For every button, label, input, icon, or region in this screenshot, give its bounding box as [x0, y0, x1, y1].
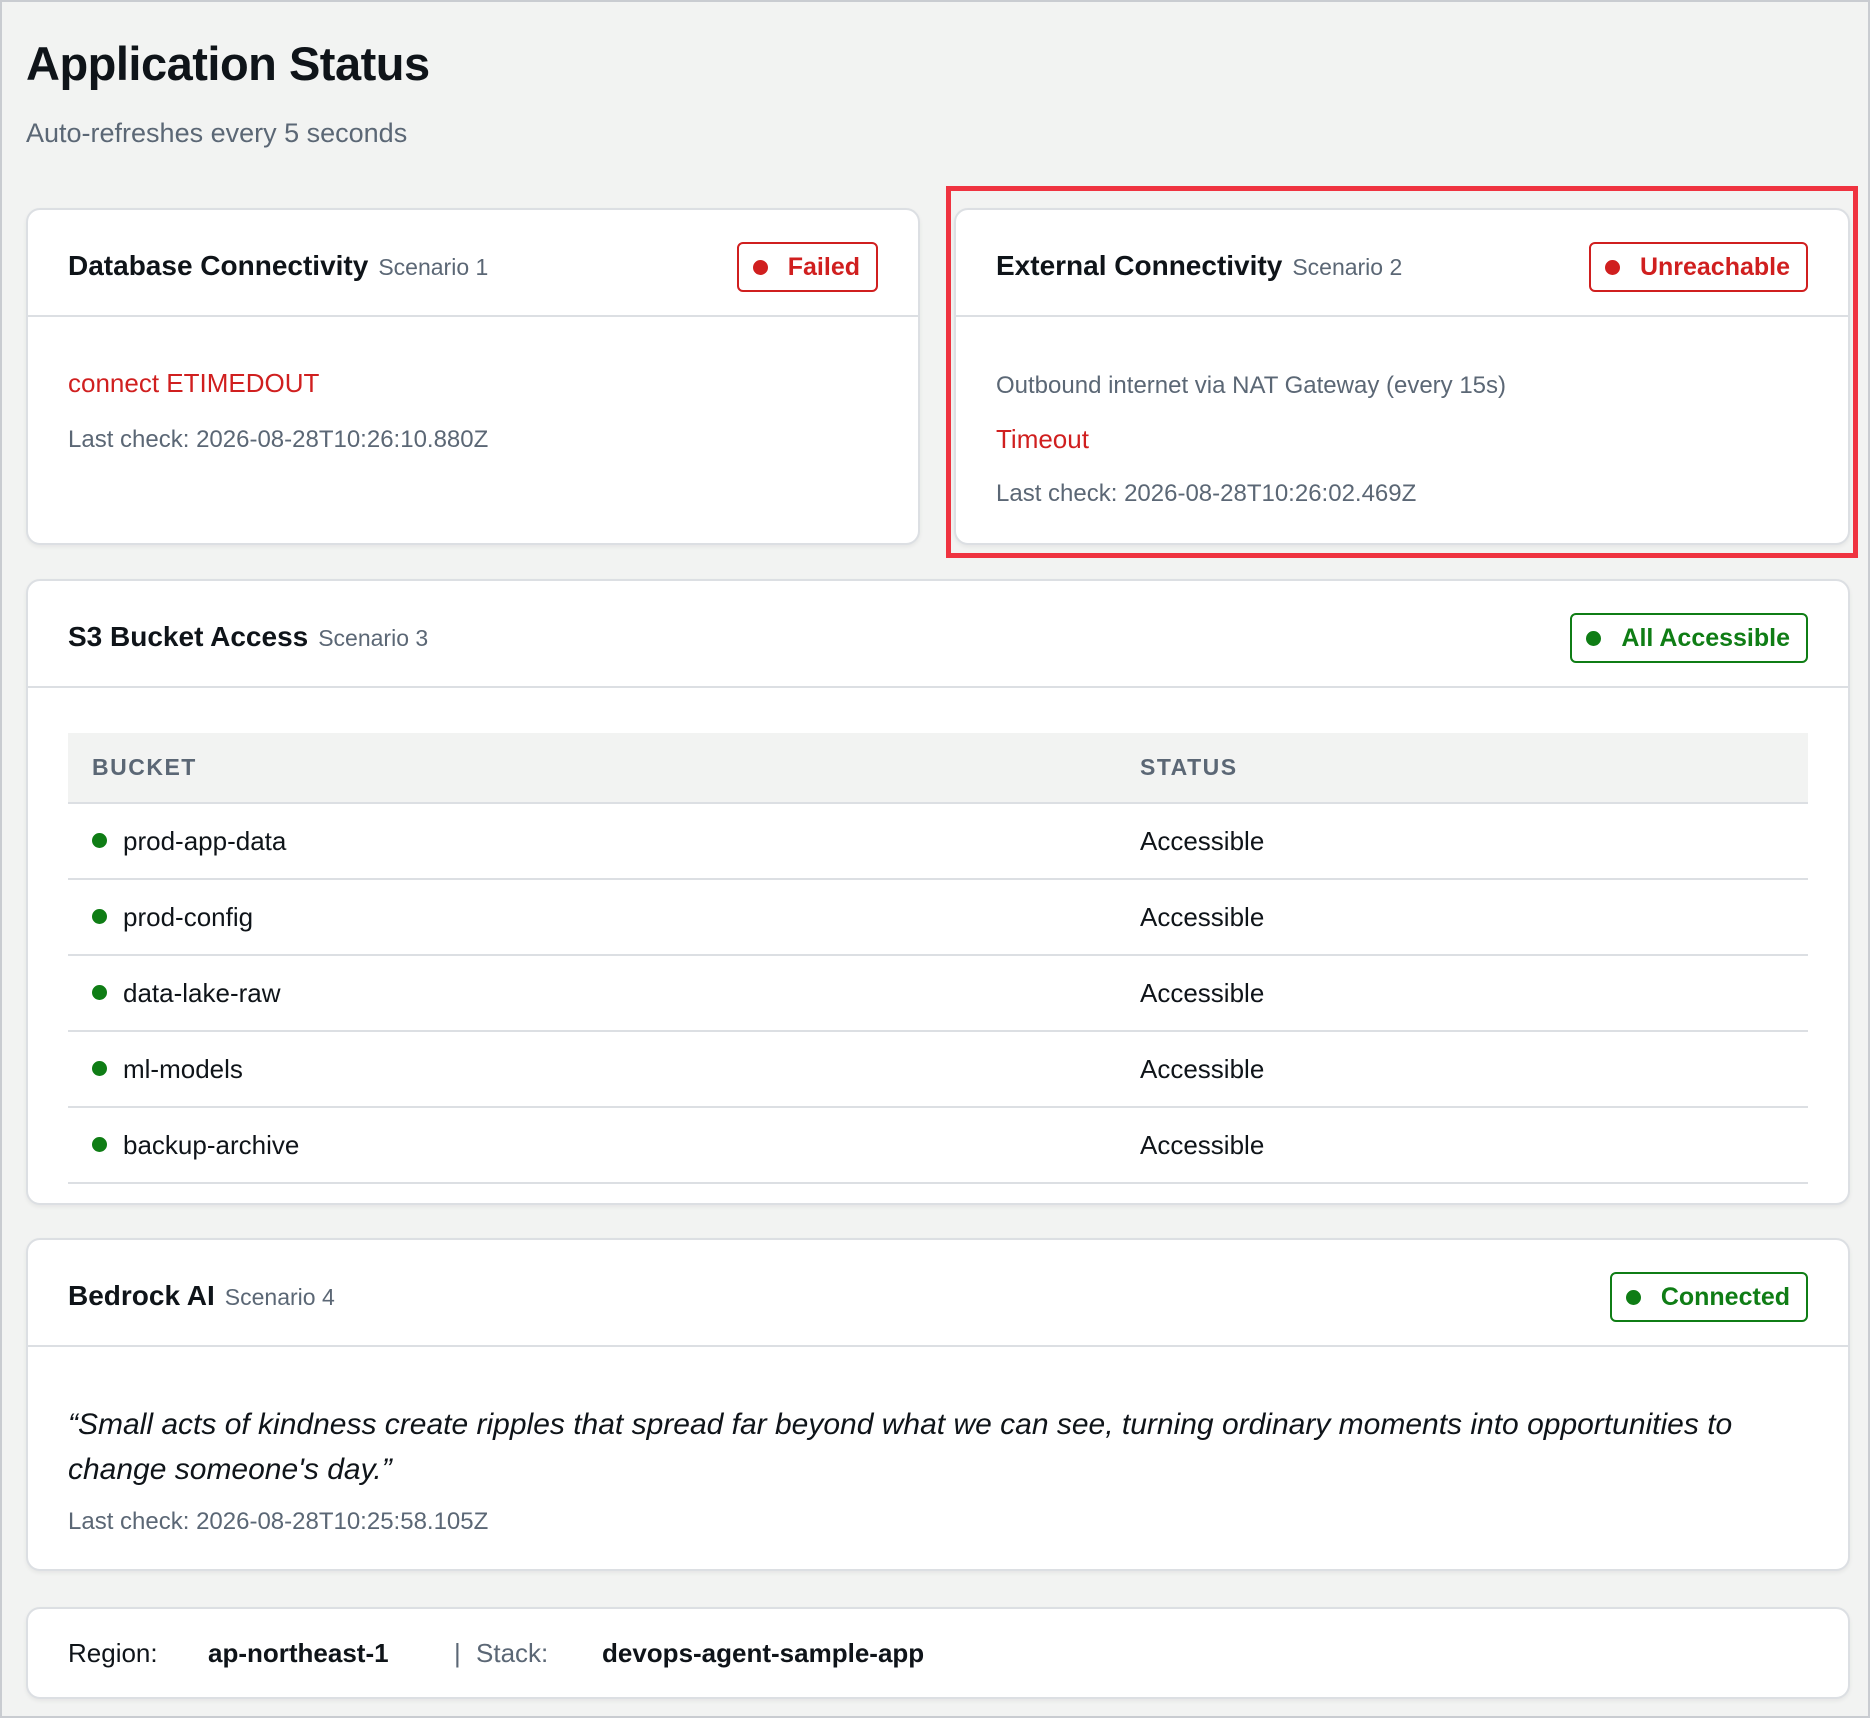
bucket-status: Accessible	[1140, 879, 1808, 956]
scenario-label: Scenario 1	[378, 254, 489, 280]
status-badge: Unreachable	[1588, 242, 1808, 292]
status-dot-icon	[1586, 630, 1602, 646]
card-title: Bedrock AI Scenario 4	[68, 1280, 335, 1312]
footer-separator: |	[454, 1637, 461, 1668]
s3-bucket-access-card: S3 Bucket Access Scenario 3 All Accessibl…	[26, 579, 1850, 1205]
bucket-name: prod-app-data	[123, 825, 287, 856]
status-dot-icon	[92, 1137, 107, 1153]
card-title: Database Connectivity Scenario 1	[68, 250, 488, 282]
card-title-text: Bedrock AI	[68, 1280, 215, 1311]
environment-footer: Region: ap-northeast-1 | Stack: devops-a…	[26, 1607, 1850, 1699]
scenario-label: Scenario 4	[224, 1284, 335, 1310]
bucket-name: ml-models	[123, 1053, 243, 1084]
table-row: backup-archive Accessible	[68, 1107, 1808, 1184]
status-dot-icon	[92, 1061, 107, 1077]
status-dot-icon	[752, 259, 768, 275]
table-row: prod-config Accessible	[68, 879, 1808, 956]
bucket-name-cell: backup-archive	[68, 1107, 1140, 1184]
table-row: ml-models Accessible	[68, 1031, 1808, 1108]
column-header-status: STATUS	[1140, 733, 1808, 804]
bucket-name: prod-config	[123, 901, 254, 932]
ai-quote: “Small acts of kindness create ripples t…	[68, 1408, 1733, 1486]
last-check: Last check: 2026-08-28T10:25:58.105Z	[68, 1508, 489, 1535]
last-check: Last check: 2026-08-28T10:26:10.880Z	[68, 426, 489, 453]
region-label: Region:	[68, 1637, 158, 1668]
status-dot-icon	[1625, 1289, 1641, 1305]
bucket-name-cell: prod-app-data	[68, 803, 1140, 880]
status-dot-icon	[1604, 259, 1620, 275]
card-title: External Connectivity Scenario 2	[996, 250, 1402, 282]
bucket-status: Accessible	[1140, 1107, 1808, 1184]
database-connectivity-card: Database Connectivity Scenario 1 Failed c…	[26, 208, 920, 545]
status-badge-label: All Accessible	[1621, 623, 1790, 652]
bucket-name-cell: prod-config	[68, 879, 1140, 956]
connectivity-description: Outbound internet via NAT Gateway (every…	[996, 372, 1507, 399]
status-dot-icon	[92, 909, 107, 925]
card-title: S3 Bucket Access Scenario 3	[68, 621, 428, 653]
status-badge: Failed	[736, 242, 878, 292]
scenario-label: Scenario 3	[318, 625, 429, 651]
status-badge-label: Failed	[787, 252, 860, 281]
status-dot-icon	[92, 833, 107, 849]
status-badge: All Accessible	[1570, 613, 1808, 663]
bucket-status: Accessible	[1140, 803, 1808, 880]
table-row: data-lake-raw Accessible	[68, 955, 1808, 1032]
error-message: Timeout	[996, 424, 1089, 454]
bucket-name-cell: ml-models	[68, 1031, 1140, 1108]
bucket-name-cell: data-lake-raw	[68, 955, 1140, 1032]
bucket-name: data-lake-raw	[123, 977, 281, 1008]
error-message: connect ETIMEDOUT	[68, 368, 320, 398]
page-title: Application Status	[26, 37, 430, 90]
bucket-status: Accessible	[1140, 1031, 1808, 1108]
bucket-status: Accessible	[1140, 955, 1808, 1032]
card-title-text: External Connectivity	[996, 250, 1283, 281]
card-header: Database Connectivity Scenario 1 Failed	[28, 210, 918, 317]
last-check: Last check: 2026-08-28T10:26:02.469Z	[996, 480, 1417, 507]
page-subtitle: Auto-refreshes every 5 seconds	[26, 118, 408, 148]
card-title-text: Database Connectivity	[68, 250, 369, 281]
bedrock-ai-card: Bedrock AI Scenario 4 Connected “Small ac…	[26, 1238, 1850, 1571]
card-title-text: S3 Bucket Access	[68, 621, 309, 652]
external-connectivity-card: External Connectivity Scenario 2 Unreacha…	[954, 208, 1850, 545]
scenario-label: Scenario 2	[1292, 254, 1403, 280]
status-badge: Connected	[1609, 1272, 1808, 1322]
column-header-bucket: BUCKET	[68, 733, 1140, 804]
stack-label: Stack:	[476, 1637, 549, 1668]
table-row: prod-app-data Accessible	[68, 803, 1808, 880]
card-header: Bedrock AI Scenario 4 Connected	[28, 1240, 1848, 1347]
card-header: S3 Bucket Access Scenario 3 All Accessibl…	[28, 581, 1848, 688]
status-badge-label: Connected	[1660, 1282, 1790, 1311]
card-header: External Connectivity Scenario 2 Unreacha…	[956, 210, 1848, 317]
status-badge-label: Unreachable	[1639, 252, 1790, 281]
stack-value: devops-agent-sample-app	[602, 1637, 925, 1668]
status-dot-icon	[92, 985, 107, 1001]
region-value: ap-northeast-1	[208, 1637, 389, 1668]
table-header-row: BUCKET STATUS	[68, 733, 1808, 804]
bucket-name: backup-archive	[123, 1129, 300, 1160]
bucket-table: BUCKET STATUS prod-app-data Accessible p…	[68, 733, 1808, 1184]
